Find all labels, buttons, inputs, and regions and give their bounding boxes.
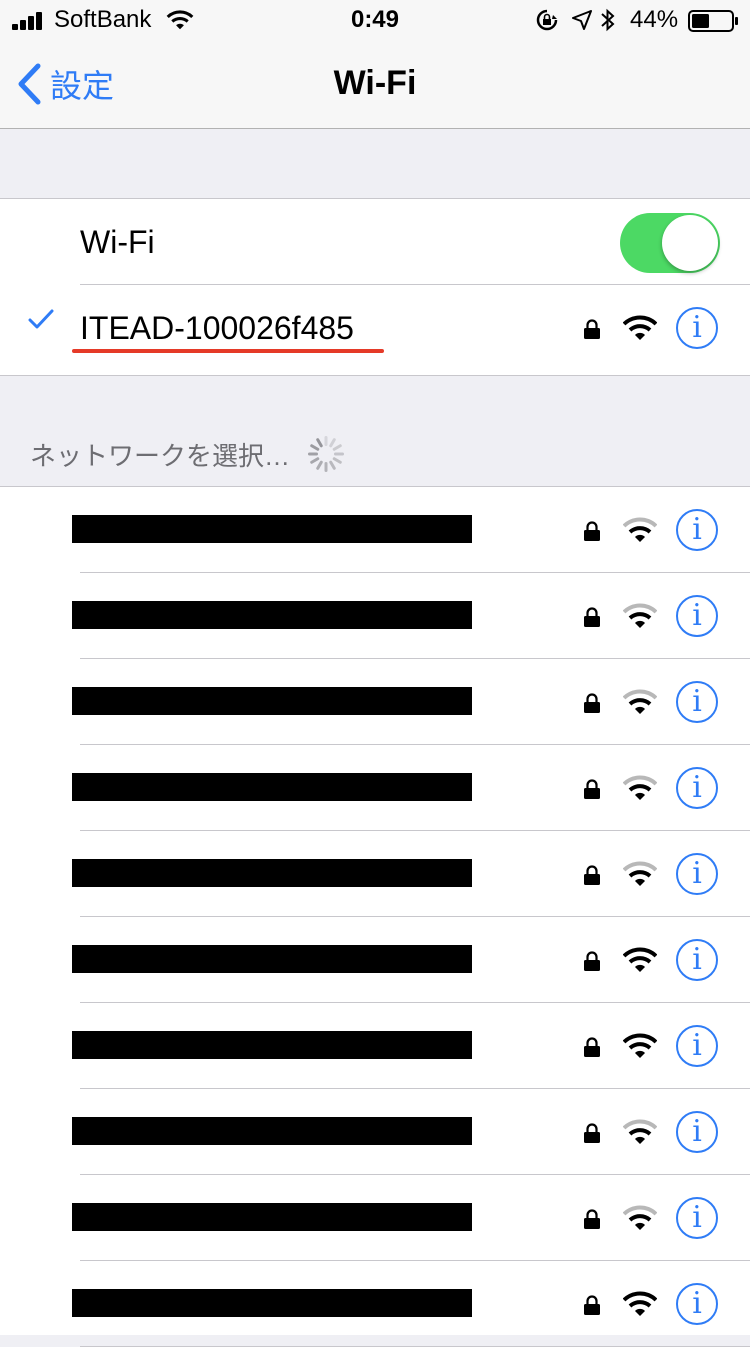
wifi-signal-icon <box>623 1205 657 1230</box>
info-icon[interactable]: i <box>676 939 718 981</box>
wifi-signal-icon <box>623 1291 657 1316</box>
network-row[interactable]: i <box>0 1261 750 1347</box>
lock-icon <box>584 1295 600 1315</box>
lock-icon <box>584 865 600 885</box>
info-icon[interactable]: i <box>676 595 718 637</box>
wifi-signal-icon <box>623 947 657 972</box>
navigation-bar: 設定 Wi-Fi <box>0 40 750 129</box>
info-icon[interactable]: i <box>676 307 718 349</box>
wifi-signal-icon <box>623 861 657 886</box>
lock-icon <box>584 693 600 713</box>
connected-network-name: ITEAD-100026f485 <box>80 310 354 346</box>
redaction-bar <box>72 1117 472 1145</box>
checkmark-icon <box>28 309 54 329</box>
info-icon[interactable]: i <box>676 1283 718 1325</box>
redaction-bar <box>72 945 472 973</box>
info-icon[interactable]: i <box>676 767 718 809</box>
network-row[interactable]: i <box>0 487 750 573</box>
lock-icon <box>584 1209 600 1229</box>
toggle-knob <box>662 215 718 271</box>
connected-network-row[interactable]: ITEAD-100026f485 i <box>0 285 750 371</box>
wifi-label: Wi-Fi <box>80 224 155 260</box>
battery-percent: 44% <box>630 6 679 33</box>
wifi-signal-icon <box>623 1033 657 1058</box>
wifi-signal-icon <box>623 1119 657 1144</box>
network-row[interactable]: i <box>0 659 750 745</box>
network-row[interactable]: i <box>0 917 750 1003</box>
network-row[interactable]: i <box>0 831 750 917</box>
annotation-underline <box>72 349 384 353</box>
redaction-bar <box>72 515 472 543</box>
redaction-bar <box>72 859 472 887</box>
battery-icon <box>688 10 738 32</box>
info-icon[interactable]: i <box>676 509 718 551</box>
bluetooth-icon <box>601 8 615 32</box>
orientation-lock-icon <box>536 9 558 31</box>
redaction-bar <box>72 601 472 629</box>
lock-icon <box>584 319 600 339</box>
network-list: i i i i i i i i i i <box>0 486 750 1347</box>
wifi-signal-icon <box>623 315 657 340</box>
wifi-settings-group: Wi-Fi ITEAD-100026f485 i <box>0 198 750 376</box>
wifi-toggle-row: Wi-Fi <box>0 199 750 285</box>
redaction-bar <box>72 773 472 801</box>
lock-icon <box>584 1123 600 1143</box>
network-row[interactable]: i <box>0 1003 750 1089</box>
info-icon[interactable]: i <box>676 1111 718 1153</box>
network-row[interactable]: i <box>0 573 750 659</box>
location-icon <box>572 10 592 30</box>
lock-icon <box>584 607 600 627</box>
wifi-signal-icon <box>623 517 657 542</box>
status-bar: SoftBank 0:49 44% <box>0 0 750 40</box>
wifi-toggle[interactable] <box>620 213 720 273</box>
info-icon[interactable]: i <box>676 1025 718 1067</box>
info-icon[interactable]: i <box>676 1197 718 1239</box>
redaction-bar <box>72 1203 472 1231</box>
lock-icon <box>584 779 600 799</box>
wifi-signal-icon <box>623 603 657 628</box>
wifi-signal-icon <box>623 775 657 800</box>
network-row[interactable]: i <box>0 1089 750 1175</box>
redaction-bar <box>72 687 472 715</box>
lock-icon <box>584 521 600 541</box>
lock-icon <box>584 1037 600 1057</box>
redaction-bar <box>72 1031 472 1059</box>
wifi-signal-icon <box>623 689 657 714</box>
info-icon[interactable]: i <box>676 681 718 723</box>
loading-spinner-icon <box>308 436 345 472</box>
network-row[interactable]: i <box>0 745 750 831</box>
network-row[interactable]: i <box>0 1175 750 1261</box>
page-title: Wi-Fi <box>333 64 417 102</box>
info-icon[interactable]: i <box>676 853 718 895</box>
choose-network-label: ネットワークを選択… <box>30 440 291 471</box>
lock-icon <box>584 951 600 971</box>
section-header: ネットワークを選択… <box>30 436 346 472</box>
redaction-bar <box>72 1289 472 1317</box>
